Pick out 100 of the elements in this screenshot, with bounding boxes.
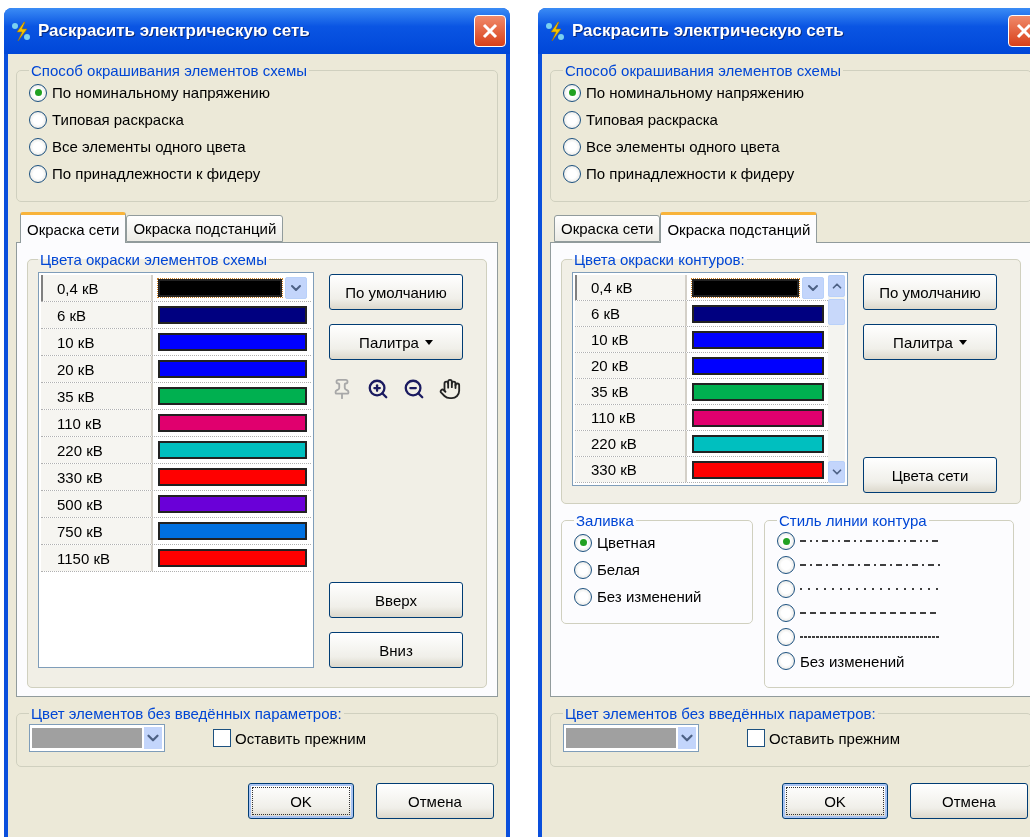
radio-button[interactable] — [29, 137, 47, 156]
radio-label: По принадлежности к фидеру — [52, 165, 261, 182]
scrollbar[interactable] — [828, 275, 845, 483]
color-swatch[interactable] — [692, 304, 824, 323]
color-swatch[interactable] — [158, 522, 307, 540]
radio-button[interactable] — [29, 164, 47, 183]
menu-button[interactable]: Палитра — [329, 324, 463, 360]
color-swatch[interactable] — [158, 441, 307, 459]
radio-label: Цветная — [597, 534, 656, 551]
dropdown-button[interactable] — [802, 276, 824, 299]
scroll-thumb[interactable] — [828, 299, 845, 325]
color-swatch[interactable] — [692, 382, 824, 401]
color-dropdown[interactable] — [29, 724, 165, 752]
radio-button[interactable] — [574, 533, 592, 552]
voltage-cell: 35 кВ — [575, 379, 687, 404]
voltage-cell: 110 кВ — [575, 405, 687, 430]
radio-button[interactable] — [777, 652, 795, 670]
window-title: Раскрасить электрическую сеть — [38, 21, 311, 41]
button[interactable]: Отмена — [376, 783, 494, 819]
voltage-cell: 6 кВ — [41, 302, 153, 328]
caret-icon — [424, 339, 433, 345]
group-title: Цвет элементов без введённых параметров: — [564, 705, 877, 722]
voltage-cell: 330 кВ — [41, 464, 153, 490]
radio-label: Без изменений — [597, 588, 702, 605]
radio-label: Все элементы одного цвета — [52, 138, 246, 155]
voltage-cell: 110 кВ — [41, 410, 153, 436]
voltage-cell: 20 кВ — [575, 353, 687, 378]
button[interactable]: OK — [782, 783, 888, 819]
color-swatch[interactable] — [158, 414, 307, 432]
color-swatch[interactable] — [692, 356, 824, 375]
dropdown-button[interactable] — [285, 277, 307, 299]
scroll-up-button[interactable] — [828, 275, 845, 297]
button[interactable]: OK — [248, 783, 354, 819]
scroll-down-button[interactable] — [828, 461, 845, 483]
group-title: Способ окрашивания элементов схемы — [30, 62, 308, 79]
radio-label: По номинальному напряжению — [52, 84, 270, 101]
radio-button[interactable] — [574, 560, 592, 579]
tab[interactable]: Окраска сети — [554, 215, 661, 242]
voltage-cell: 220 кВ — [575, 431, 687, 456]
radio-button[interactable] — [563, 164, 581, 183]
voltage-cell: 500 кВ — [41, 491, 153, 517]
radio-button[interactable] — [29, 110, 47, 129]
zoom-out-icon[interactable] — [403, 378, 425, 400]
color-swatch[interactable] — [692, 330, 824, 349]
radio-button[interactable] — [563, 83, 581, 102]
radio-button[interactable] — [777, 580, 795, 598]
tab[interactable]: Окраска подстанций — [126, 215, 284, 242]
button[interactable]: Цвета сети — [863, 457, 997, 493]
button[interactable]: По умолчанию — [329, 274, 463, 310]
voltage-cell: 1150 кВ — [41, 545, 153, 571]
button[interactable]: Вверх — [329, 582, 463, 618]
lightning-icon — [10, 20, 32, 42]
color-swatch[interactable] — [692, 460, 824, 479]
checkbox[interactable] — [747, 729, 765, 747]
color-swatch[interactable] — [158, 495, 307, 513]
lightning-icon — [544, 20, 566, 42]
close-icon — [482, 23, 498, 39]
group-title: Заливка — [575, 512, 635, 529]
color-swatch[interactable] — [158, 333, 307, 351]
tab[interactable]: Окраска сети — [20, 212, 127, 243]
button[interactable]: Отмена — [910, 783, 1028, 819]
radio-button[interactable] — [777, 628, 795, 646]
button[interactable]: Вниз — [329, 632, 463, 668]
group-title: Цвета окраски контуров: — [573, 251, 746, 268]
radio-button[interactable] — [29, 83, 47, 102]
color-swatch[interactable] — [692, 434, 824, 453]
checkbox[interactable] — [213, 729, 231, 747]
checkbox-label: Оставить прежним — [235, 729, 367, 747]
voltage-cell: 10 кВ — [41, 329, 153, 355]
radio-button[interactable] — [777, 556, 795, 574]
color-swatch[interactable] — [158, 549, 307, 567]
color-swatch[interactable] — [692, 278, 799, 297]
color-swatch[interactable] — [158, 387, 307, 405]
close-icon — [1016, 23, 1030, 39]
radio-button[interactable] — [777, 604, 795, 622]
radio-button[interactable] — [563, 110, 581, 129]
color-swatch[interactable] — [692, 408, 824, 427]
color-swatch[interactable] — [158, 360, 307, 378]
voltage-cell: 20 кВ — [41, 356, 153, 382]
group-title: Цвета окраски элементов схемы — [39, 251, 268, 268]
line-style-icon — [800, 539, 940, 543]
color-swatch[interactable] — [158, 468, 307, 486]
radio-button[interactable] — [777, 532, 795, 550]
color-swatch[interactable] — [158, 306, 307, 324]
color-swatch[interactable] — [158, 279, 282, 297]
group-title: Способ окрашивания элементов схемы — [564, 62, 842, 79]
window-title: Раскрасить электрическую сеть — [572, 21, 845, 41]
zoom-in-icon[interactable] — [367, 378, 389, 400]
hand-icon[interactable] — [439, 378, 461, 400]
radio-button[interactable] — [574, 587, 592, 606]
voltage-cell: 10 кВ — [575, 327, 687, 352]
close-button[interactable] — [474, 15, 506, 47]
menu-button[interactable]: Палитра — [863, 324, 997, 360]
radio-label: По принадлежности к фидеру — [586, 165, 795, 182]
voltage-cell: 6 кВ — [575, 301, 687, 326]
line-style-icon — [800, 587, 940, 591]
color-dropdown[interactable] — [563, 724, 699, 752]
button[interactable]: По умолчанию — [863, 274, 997, 310]
tab[interactable]: Окраска подстанций — [660, 212, 818, 243]
radio-button[interactable] — [563, 137, 581, 156]
